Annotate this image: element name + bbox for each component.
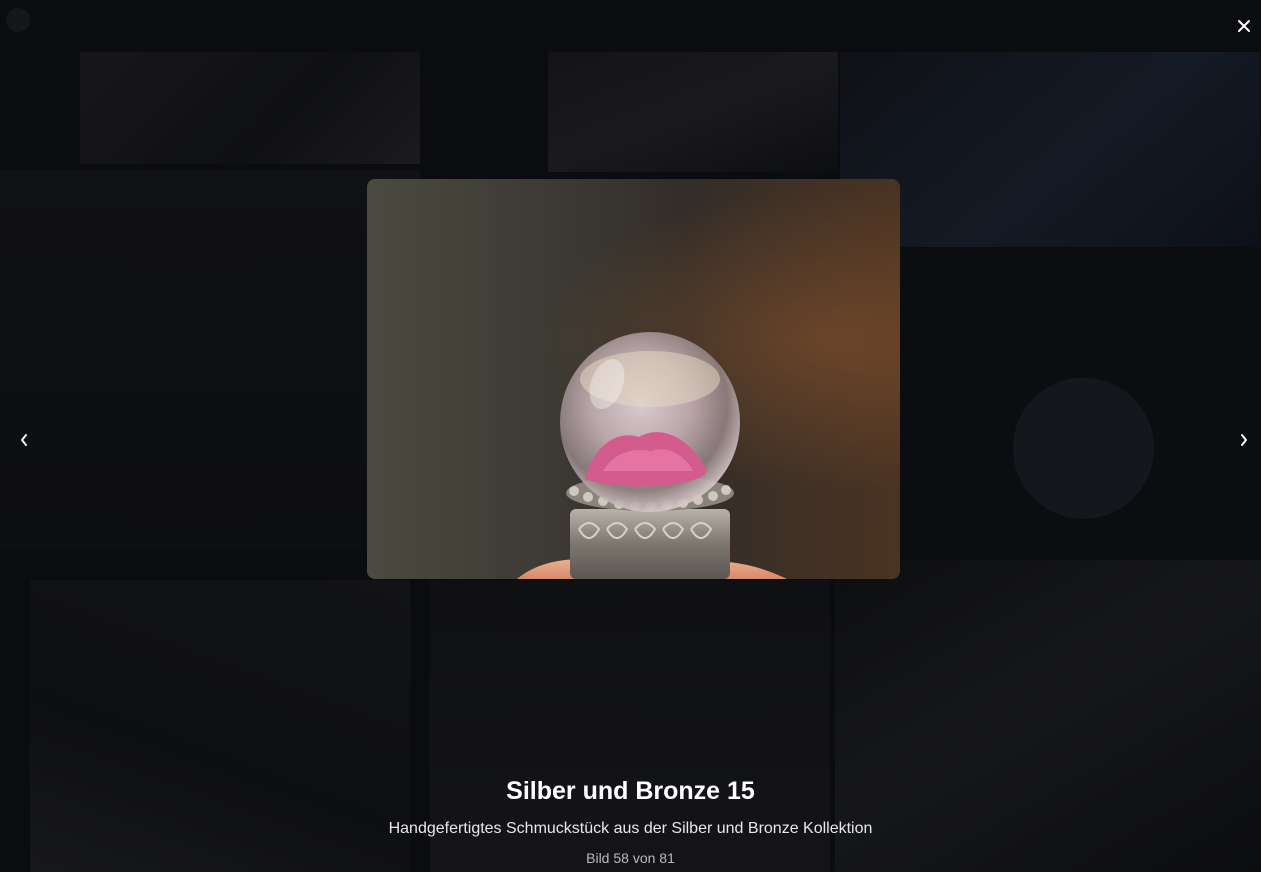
gallery-thumbnail <box>548 52 838 172</box>
close-icon <box>1238 20 1250 32</box>
gallery-thumbnail <box>80 52 420 164</box>
image-counter: Bild 58 von 81 <box>586 850 675 866</box>
chevron-right-icon <box>1241 434 1247 446</box>
gallery-thumbnail <box>880 250 1250 555</box>
previous-image-button[interactable] <box>12 428 36 452</box>
chevron-left-icon <box>21 434 27 446</box>
next-image-button[interactable] <box>1232 428 1256 452</box>
ring-photo <box>517 332 787 579</box>
image-description: Handgefertigtes Schmuckstück aus der Sil… <box>388 820 873 837</box>
gallery-thumbnail <box>0 170 420 550</box>
gallery-thumbnail <box>840 52 1260 247</box>
image-title: Silber und Bronze 15 <box>506 777 755 805</box>
lightbox-image <box>367 179 900 579</box>
site-header-obscured <box>0 0 1261 40</box>
site-logo <box>6 6 194 33</box>
close-button[interactable] <box>1232 14 1256 38</box>
